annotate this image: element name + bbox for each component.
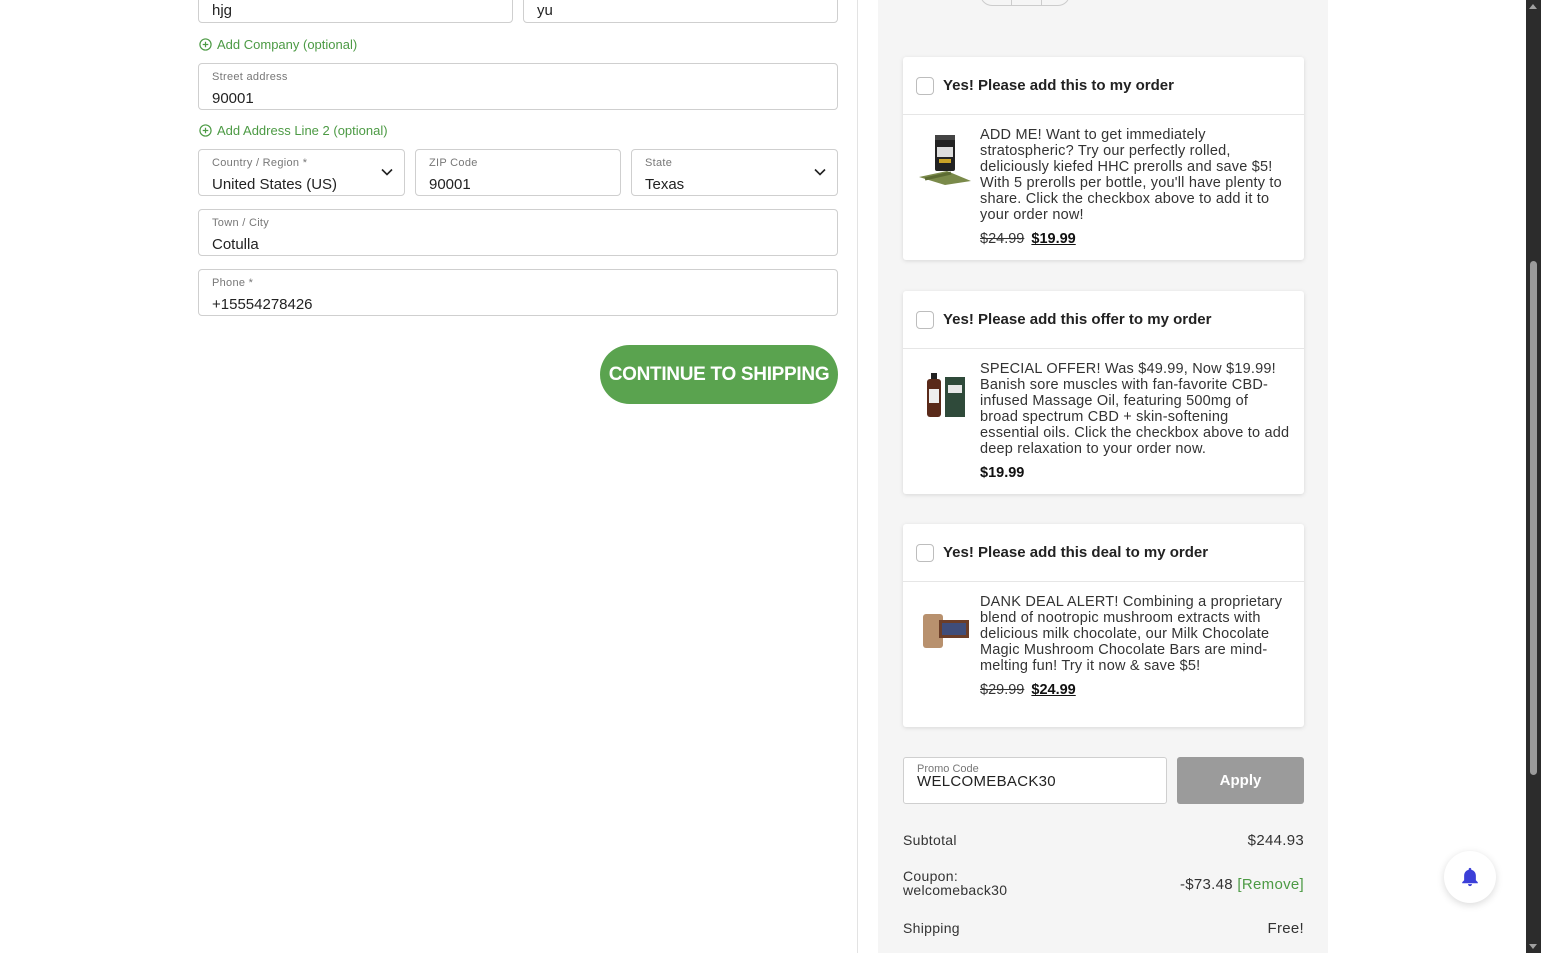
bell-icon bbox=[1462, 867, 1478, 887]
add-address-line2-link[interactable]: Add Address Line 2 (optional) bbox=[199, 123, 388, 138]
coupon-value: -$73.48 [Remove] bbox=[1180, 876, 1304, 893]
page-scrollbar[interactable] bbox=[1526, 0, 1541, 953]
original-price: $24.99 bbox=[980, 231, 1025, 247]
upsell-offer-header: Yes! Please add this offer to my order bbox=[903, 291, 1304, 349]
scroll-up-arrow[interactable] bbox=[1529, 4, 1537, 9]
state-select[interactable]: State Texas bbox=[631, 149, 838, 196]
chevron-down-icon bbox=[814, 168, 826, 176]
notification-bell-button[interactable] bbox=[1444, 851, 1496, 903]
coupon-label: Coupon: welcomeback30 bbox=[903, 869, 1007, 897]
town-city-value: Cotulla bbox=[212, 236, 259, 253]
product-image bbox=[923, 614, 969, 648]
upsell-offer-header: Yes! Please add this deal to my order bbox=[903, 524, 1304, 582]
quantity-stepper[interactable] bbox=[980, 0, 1070, 6]
upsell-offer-card: Yes! Please add this offer to my order S… bbox=[903, 291, 1304, 494]
zip-code-field[interactable]: ZIP Code 90001 bbox=[415, 149, 621, 196]
upsell-offer-description: SPECIAL OFFER! Was $49.99, Now $19.99! B… bbox=[980, 361, 1290, 457]
product-image bbox=[919, 135, 971, 185]
sale-price: $24.99 bbox=[1031, 682, 1076, 698]
coupon-discount: -$73.48 bbox=[1179, 876, 1233, 893]
street-address-field[interactable]: Street address 90001 bbox=[198, 63, 838, 110]
country-select[interactable]: Country / Region * United States (US) bbox=[198, 149, 405, 196]
street-address-value: 90001 bbox=[212, 90, 254, 107]
billing-form: hjg yu Add Company (optional) Street add… bbox=[0, 0, 858, 953]
chevron-down-icon bbox=[381, 168, 393, 176]
promo-code-value: WELCOMEBACK30 bbox=[917, 773, 1056, 790]
upsell-offer-title: Yes! Please add this deal to my order bbox=[943, 544, 1209, 561]
upsell-offer-card: Yes! Please add this deal to my order DA… bbox=[903, 524, 1304, 727]
upsell-offer-body: SPECIAL OFFER! Was $49.99, Now $19.99! B… bbox=[903, 349, 1304, 491]
shipping-row: Shipping Free! bbox=[903, 920, 1304, 940]
upsell-offer-price: $19.99 bbox=[980, 465, 1290, 481]
state-value: Texas bbox=[645, 176, 685, 193]
first-name-value: hjg bbox=[212, 2, 233, 19]
upsell-offer-header: Yes! Please add this to my order bbox=[903, 57, 1304, 115]
upsell-offer-title: Yes! Please add this offer to my order bbox=[943, 311, 1212, 328]
zip-code-value: 90001 bbox=[429, 176, 471, 193]
zip-code-label: ZIP Code bbox=[429, 157, 478, 169]
state-label: State bbox=[645, 157, 673, 169]
upsell-offer-description: ADD ME! Want to get immediately stratosp… bbox=[980, 127, 1282, 223]
upsell-offer-body: ADD ME! Want to get immediately stratosp… bbox=[903, 115, 1304, 257]
scroll-thumb[interactable] bbox=[1530, 261, 1537, 775]
subtotal-label: Subtotal bbox=[903, 832, 957, 848]
subtotal-value: $244.93 bbox=[1247, 832, 1304, 849]
shipping-value: Free! bbox=[1267, 920, 1304, 937]
sale-price: $19.99 bbox=[980, 465, 1025, 481]
country-label: Country / Region * bbox=[212, 157, 308, 169]
original-price: $29.99 bbox=[980, 682, 1025, 698]
upsell-offer-price: $24.99 $19.99 bbox=[980, 231, 1290, 247]
last-name-value: yu bbox=[537, 2, 553, 19]
plus-circle-icon bbox=[199, 124, 212, 137]
scroll-down-arrow[interactable] bbox=[1529, 944, 1537, 949]
upsell-offer-body: DANK DEAL ALERT! Combining a proprietary… bbox=[903, 582, 1304, 708]
upsell-offer-checkbox[interactable] bbox=[916, 310, 934, 329]
remove-coupon-link[interactable]: [Remove] bbox=[1237, 876, 1304, 893]
continue-to-shipping-button[interactable]: CONTINUE TO SHIPPING bbox=[600, 345, 838, 404]
coupon-row: Coupon: welcomeback30 -$73.48 [Remove] bbox=[903, 869, 1304, 901]
first-name-field[interactable]: hjg bbox=[198, 0, 513, 23]
upsell-offer-description: DANK DEAL ALERT! Combining a proprietary… bbox=[980, 594, 1283, 674]
sale-price: $19.99 bbox=[1031, 231, 1076, 247]
apply-promo-button[interactable]: Apply bbox=[1177, 757, 1304, 804]
street-address-label: Street address bbox=[212, 71, 288, 83]
plus-circle-icon bbox=[199, 38, 212, 51]
phone-label: Phone * bbox=[212, 277, 254, 289]
upsell-offer-title: Yes! Please add this to my order bbox=[943, 77, 1174, 94]
coupon-code: welcomeback30 bbox=[903, 882, 1008, 898]
last-name-field[interactable]: yu bbox=[523, 0, 838, 23]
add-address-line2-label: Add Address Line 2 (optional) bbox=[217, 123, 388, 138]
promo-code-input[interactable]: Promo Code WELCOMEBACK30 bbox=[903, 757, 1167, 804]
upsell-offer-checkbox[interactable] bbox=[916, 543, 934, 562]
town-city-label: Town / City bbox=[212, 217, 270, 229]
phone-field[interactable]: Phone * +15554278426 bbox=[198, 269, 838, 316]
town-city-field[interactable]: Town / City Cotulla bbox=[198, 209, 838, 256]
product-image bbox=[927, 373, 965, 417]
upsell-offer-card: Yes! Please add this to my order ADD ME!… bbox=[903, 57, 1304, 260]
order-summary: Yes! Please add this to my order ADD ME!… bbox=[878, 0, 1328, 953]
upsell-offer-checkbox[interactable] bbox=[916, 76, 934, 95]
shipping-label: Shipping bbox=[903, 920, 960, 936]
phone-value: +15554278426 bbox=[212, 296, 313, 313]
add-company-link[interactable]: Add Company (optional) bbox=[199, 37, 357, 52]
upsell-offer-price: $29.99 $24.99 bbox=[980, 682, 1290, 698]
subtotal-row: Subtotal $244.93 bbox=[903, 832, 1304, 852]
country-value: United States (US) bbox=[212, 176, 338, 193]
add-company-label: Add Company (optional) bbox=[217, 37, 358, 52]
